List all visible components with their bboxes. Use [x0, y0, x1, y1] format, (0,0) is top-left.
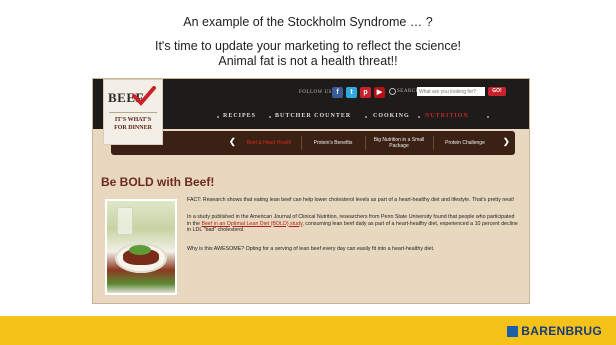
- tab-divider: [365, 136, 366, 150]
- follow-label: FOLLOW US:: [299, 90, 334, 95]
- nav-dot: [217, 116, 219, 118]
- nav-dot: [365, 116, 367, 118]
- article-paragraph-3: Why is this AWESOME? Opting for a servin…: [187, 246, 435, 252]
- slide-title-line-1: An example of the Stockholm Syndrome … ?: [183, 15, 433, 29]
- subnav-bar: ❮ Beef & Heart Health Protein's Benefits…: [111, 131, 515, 155]
- tab-protein-challenge[interactable]: Protein Challenge: [435, 131, 495, 155]
- nav-recipes[interactable]: RECIPES: [223, 113, 256, 123]
- barenbrug-square-icon: [507, 325, 519, 337]
- pinterest-icon[interactable]: p: [360, 87, 371, 98]
- checkmark-icon: [132, 86, 156, 106]
- tab-proteins-benefits[interactable]: Protein's Benefits: [303, 131, 363, 155]
- tab-divider: [301, 136, 302, 150]
- prev-arrow-icon[interactable]: ❮: [229, 137, 236, 146]
- site-header: BEEF IT'S WHAT'S FOR DINNER FOLLOW US: f…: [93, 79, 529, 145]
- next-arrow-icon[interactable]: ❯: [503, 137, 510, 146]
- greens-shape: [129, 245, 151, 255]
- nav-dot: [418, 116, 420, 118]
- logo-tagline-1: IT'S WHAT'S: [114, 117, 152, 123]
- barenbrug-logo: BARENBRUG: [507, 324, 602, 338]
- article-paragraph-2: In a study published in the American Jou…: [187, 214, 519, 234]
- logo-divider: [109, 112, 157, 113]
- nav-dot: [487, 116, 489, 118]
- nav-butcher-counter[interactable]: BUTCHER COUNTER: [275, 113, 351, 123]
- nav-cooking[interactable]: COOKING: [373, 113, 410, 123]
- nav-dot: [269, 116, 271, 118]
- article-paragraph-1: FACT: Research shows that eating lean be…: [187, 197, 515, 203]
- logo-tagline-2: FOR DINNER: [114, 125, 152, 131]
- tab-big-nutrition[interactable]: Big Nutrition in a Small Package: [367, 131, 431, 155]
- article-heading: Be BOLD with Beef!: [101, 175, 215, 189]
- website-screenshot: BEEF IT'S WHAT'S FOR DINNER FOLLOW US: f…: [92, 78, 530, 304]
- tab-beef-heart-health[interactable]: Beef & Heart Health: [239, 131, 299, 155]
- slide-title-line-3: Animal fat is not a health threat!!: [218, 54, 398, 68]
- facebook-icon[interactable]: f: [332, 87, 343, 98]
- nav-nutrition[interactable]: NUTRITION: [425, 113, 469, 123]
- slide-footer: BARENBRUG: [0, 316, 616, 345]
- glass-shape: [117, 207, 133, 235]
- food-photo: [105, 199, 177, 295]
- tab-divider: [433, 136, 434, 150]
- slide-title-line-2: It's time to update your marketing to re…: [154, 39, 461, 53]
- bold-study-link[interactable]: Beef in an Optimal Lean Diet (BOLD) stud…: [201, 221, 302, 227]
- youtube-icon[interactable]: ▶: [374, 87, 385, 98]
- search-go-button[interactable]: GO!: [488, 87, 506, 96]
- twitter-icon[interactable]: t: [346, 87, 357, 98]
- search-input[interactable]: [417, 87, 485, 96]
- barenbrug-brand: BARENBRUG: [521, 324, 602, 338]
- beef-logo[interactable]: BEEF IT'S WHAT'S FOR DINNER: [103, 79, 163, 145]
- search-icon: [389, 88, 396, 95]
